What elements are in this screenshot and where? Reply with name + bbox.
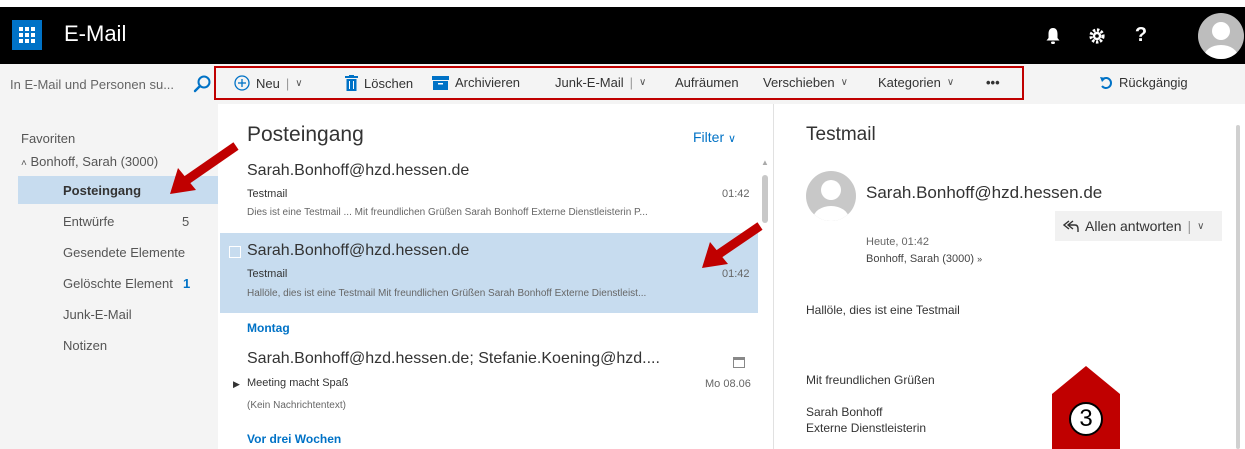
message-subject: Meeting macht Spaß <box>247 377 349 389</box>
delete-label: Löschen <box>364 75 414 91</box>
account-label: Bonhoff, Sarah (3000) <box>30 154 159 169</box>
trash-icon <box>345 75 358 91</box>
chevron-down-icon: ∨ <box>840 77 848 88</box>
settings-button[interactable] <box>1075 7 1119 64</box>
archive-button[interactable]: Archivieren <box>432 75 520 90</box>
body-line: Mit freundlichen Grüßen <box>806 373 935 387</box>
message-sender: Sarah.Bonhoff@hzd.hessen.de <box>247 242 470 259</box>
person-icon <box>1204 22 1238 59</box>
expand-recipients-icon: » <box>977 254 983 264</box>
new-label: Neu <box>256 75 280 91</box>
gear-icon <box>1089 27 1105 44</box>
undo-button[interactable]: Rückgängig <box>1099 75 1188 90</box>
folder-notes[interactable]: Notizen <box>63 338 107 353</box>
bell-icon <box>1046 27 1060 44</box>
message-sender[interactable]: Sarah.Bonhoff@hzd.hessen.de <box>247 162 469 180</box>
categories-button[interactable]: Kategorien ∨ <box>878 75 954 90</box>
sweep-button[interactable]: Aufräumen <box>675 75 739 90</box>
favorites-header[interactable]: Favoriten <box>21 131 75 146</box>
message-sender[interactable]: Sarah.Bonhoff@hzd.hessen.de; Stefanie.Ko… <box>247 350 660 368</box>
new-button[interactable]: Neu | ∨ <box>234 75 303 91</box>
message-preview: Hallöle, dies ist eine Testmail Mit freu… <box>247 288 647 299</box>
list-scrollbar[interactable] <box>762 175 768 223</box>
move-button[interactable]: Verschieben ∨ <box>763 75 848 90</box>
archive-label: Archivieren <box>455 75 521 90</box>
annotation-arrow <box>702 222 763 268</box>
search-input[interactable] <box>0 75 192 93</box>
drafts-count: 5 <box>182 214 190 229</box>
chevron-down-icon: ∨ <box>946 77 955 88</box>
reply-all-icon <box>1063 220 1079 232</box>
folder-junk[interactable]: Junk-E-Mail <box>63 307 132 322</box>
chevron-down-icon: ∨ <box>728 133 737 145</box>
account-node[interactable]: ˄ Bonhoff, Sarah (3000) <box>21 154 158 169</box>
plus-circle-icon <box>234 75 250 91</box>
chevron-down-icon[interactable]: ∨ <box>295 78 302 89</box>
calendar-icon <box>733 357 745 368</box>
message-recipient[interactable]: Bonhoff, Sarah (3000) » <box>866 253 982 265</box>
command-bar: Neu | ∨ Löschen Archivieren Junk-E-Mail … <box>0 64 1245 104</box>
app-bar: E-Mail ? <box>0 7 1245 64</box>
undo-label: Rückgängig <box>1119 75 1188 90</box>
person-icon <box>813 180 849 221</box>
message-time: Mo 08.06 <box>705 378 751 390</box>
filter-label: Filter <box>693 129 725 145</box>
deleted-count: 1 <box>183 276 191 291</box>
archive-icon <box>432 75 449 90</box>
folder-inbox[interactable]: Posteingang <box>63 183 141 198</box>
reply-all-label: Allen antworten <box>1085 218 1182 234</box>
chevron-down-icon[interactable]: ∨ <box>639 77 646 88</box>
chevron-up-icon: ˄ <box>21 158 27 169</box>
categories-label: Kategorien <box>878 75 941 90</box>
junk-label: Junk-E-Mail <box>555 75 624 90</box>
search-icon[interactable] <box>192 74 212 94</box>
scroll-up-icon[interactable]: ▲ <box>761 158 769 167</box>
message-date: Heute, 01:42 <box>866 236 929 248</box>
filter-button[interactable]: Filter ∨ <box>693 129 736 145</box>
message-subject: Testmail <box>247 268 288 280</box>
move-label: Verschieben <box>763 75 835 90</box>
step-number: 3 <box>1069 402 1103 436</box>
notifications-button[interactable] <box>1031 7 1075 64</box>
search-box <box>0 64 218 104</box>
list-title: Posteingang <box>247 123 364 146</box>
help-button[interactable]: ? <box>1119 7 1163 64</box>
reading-scrollbar[interactable] <box>1236 125 1240 449</box>
sweep-label: Aufräumen <box>675 75 739 90</box>
chevron-down-icon[interactable]: ∨ <box>1197 221 1204 232</box>
body-line: Hallöle, dies ist eine Testmail <box>806 303 960 317</box>
message-checkbox[interactable] <box>229 246 241 258</box>
folder-drafts[interactable]: Entwürfe <box>63 214 114 229</box>
delete-button[interactable]: Löschen <box>345 75 413 91</box>
message-subject: Testmail <box>247 188 288 200</box>
reply-all-button[interactable]: Allen antworten | ∨ <box>1055 211 1222 241</box>
app-title: E-Mail <box>64 21 127 46</box>
user-avatar[interactable] <box>1198 13 1244 59</box>
expand-thread-icon[interactable]: ▶ <box>233 379 240 390</box>
waffle-icon <box>19 27 35 43</box>
reading-sender[interactable]: Sarah.Bonhoff@hzd.hessen.de <box>866 183 1102 203</box>
message-time: 01:42 <box>722 188 750 200</box>
pane-divider <box>773 104 774 449</box>
body-line: Sarah Bonhoff <box>806 405 883 419</box>
message-preview: (Kein Nachrichtentext) <box>247 400 346 411</box>
group-header: Montag <box>247 321 290 335</box>
app-launcher-button[interactable] <box>12 20 42 50</box>
folder-deleted[interactable]: Gelöschte Element <box>63 276 173 291</box>
sender-avatar <box>806 171 856 221</box>
more-button[interactable]: ••• <box>986 75 1000 90</box>
folder-sent[interactable]: Gesendete Elemente <box>63 245 185 260</box>
reading-subject: Testmail <box>806 124 876 145</box>
annotation-arrow <box>170 142 239 194</box>
message-preview: Dies ist eine Testmail ... Mit freundlic… <box>247 207 648 218</box>
junk-button[interactable]: Junk-E-Mail | ∨ <box>555 75 646 90</box>
undo-icon <box>1100 76 1112 89</box>
body-line: Externe Dienstleisterin <box>806 421 927 435</box>
recipient-label: Bonhoff, Sarah (3000) <box>866 253 975 265</box>
group-header: Vor drei Wochen <box>247 432 342 446</box>
